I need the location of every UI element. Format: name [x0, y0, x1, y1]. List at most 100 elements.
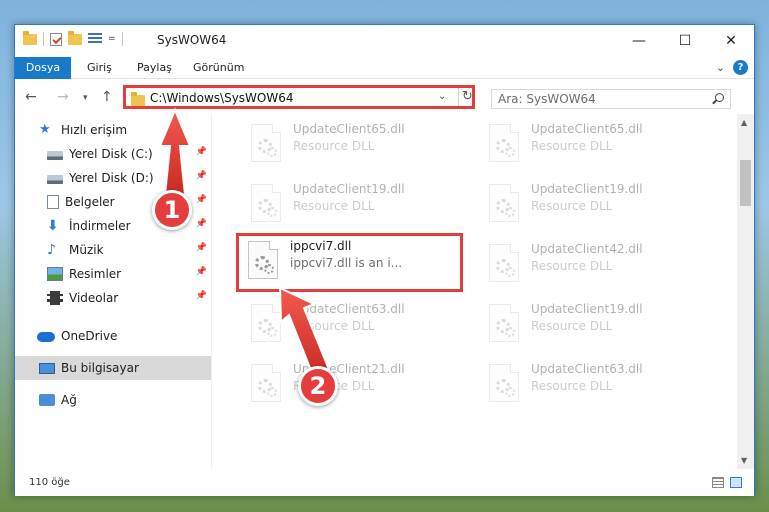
file-item[interactable]: UpdateClient65.dll Resource DLL [477, 116, 697, 172]
tab-file[interactable]: Dosya [15, 57, 71, 79]
item-count: 110 öğe [29, 477, 70, 488]
downloads-icon: ⬇ [47, 218, 59, 234]
file-item[interactable]: UpdateClient21.dll Resource DLL [239, 356, 459, 412]
computer-icon [39, 362, 55, 374]
file-item[interactable]: UpdateClient63.dll Resource DLL [239, 296, 459, 352]
nav-item-network[interactable]: Ağ [15, 388, 211, 412]
file-description: Resource DLL [531, 139, 613, 153]
pin-icon[interactable]: 📌 [196, 243, 207, 253]
nav-label: Bu bilgisayar [61, 361, 139, 375]
quick-access-toolbar: = [23, 30, 123, 46]
tiles-view-icon[interactable] [730, 477, 742, 488]
pin-icon[interactable]: 📌 [196, 195, 207, 205]
file-name: ippcvi7.dll [290, 239, 352, 253]
nav-label: Resimler [69, 267, 122, 281]
file-item-selected[interactable]: ippcvi7.dll ippcvi7.dll is an i... [236, 233, 463, 292]
search-placeholder: Ara: SysWOW64 [498, 92, 596, 106]
expand-ribbon-icon[interactable]: ⌄ [716, 61, 725, 74]
scroll-up-icon[interactable]: ▲ [741, 118, 747, 127]
customize-toolbar-button[interactable]: = [108, 34, 116, 44]
folder-icon [23, 30, 37, 45]
file-description: Resource DLL [293, 139, 375, 153]
close-button[interactable]: ✕ [708, 25, 754, 57]
file-item[interactable]: UpdateClient65.dll Resource DLL [239, 116, 459, 172]
toolbar-divider [121, 32, 123, 46]
file-description: Resource DLL [531, 319, 613, 333]
videos-icon [47, 291, 63, 305]
nav-item-music[interactable]: ♪ Müzik 📌 [15, 238, 211, 262]
pin-icon[interactable]: 📌 [196, 147, 207, 157]
file-description: Resource DLL [531, 199, 613, 213]
network-icon [39, 394, 55, 406]
drive-icon [47, 151, 63, 160]
nav-item-this-pc[interactable]: Bu bilgisayar [15, 356, 211, 380]
file-name: UpdateClient63.dll [293, 302, 405, 316]
forward-button[interactable]: → [57, 89, 69, 105]
address-bar[interactable]: C:\Windows\SysWOW64 ⌄ ↻ [123, 85, 475, 109]
properties-check-icon[interactable] [50, 32, 62, 46]
file-name: UpdateClient19.dll [531, 182, 643, 196]
pane-divider[interactable] [211, 114, 212, 469]
nav-item-onedrive[interactable]: OneDrive [15, 324, 211, 348]
step-badge-2: 2 [298, 366, 338, 406]
file-name: UpdateClient65.dll [293, 122, 405, 136]
refresh-button[interactable]: ↻ [458, 88, 476, 106]
help-icon[interactable]: ? [733, 60, 748, 75]
nav-label: Belgeler [65, 195, 115, 209]
status-bar: 110 öğe [15, 469, 754, 496]
file-name: UpdateClient63.dll [531, 362, 643, 376]
recent-locations-button[interactable]: ▾ [83, 93, 88, 103]
nav-label: Müzik [69, 243, 104, 257]
tab-home[interactable]: Giriş [87, 57, 112, 79]
nav-item-quick-access[interactable]: ★ Hızlı erişim [15, 118, 211, 142]
vertical-scrollbar[interactable]: ▲ ▼ [737, 114, 754, 469]
title-bar: = SysWOW64 — ☐ ✕ [15, 25, 754, 57]
file-item[interactable]: UpdateClient19.dll Resource DLL [477, 296, 697, 352]
file-description: Resource DLL [293, 319, 375, 333]
up-button[interactable]: ↑ [101, 89, 113, 105]
dll-file-icon [251, 364, 281, 402]
pin-icon[interactable]: 📌 [196, 219, 207, 229]
file-name: UpdateClient19.dll [531, 302, 643, 316]
dll-file-icon [489, 364, 519, 402]
address-path[interactable]: C:\Windows\SysWOW64 [150, 91, 294, 105]
folder-icon [131, 92, 145, 106]
details-view-icon[interactable] [712, 477, 724, 488]
tab-share[interactable]: Paylaş [137, 57, 172, 79]
pin-icon[interactable]: 📌 [196, 291, 207, 301]
file-item[interactable]: UpdateClient63.dll Resource DLL [477, 356, 697, 412]
nav-item-disk-d[interactable]: Yerel Disk (D:) 📌 [15, 166, 211, 190]
step-badge-1: 1 [152, 190, 192, 230]
pin-icon[interactable]: 📌 [196, 171, 207, 181]
file-item[interactable]: UpdateClient19.dll Resource DLL [239, 176, 459, 232]
dll-file-icon [248, 241, 278, 279]
file-item[interactable]: UpdateClient19.dll Resource DLL [477, 176, 697, 232]
tab-view[interactable]: Görünüm [193, 57, 244, 79]
properties-icon[interactable] [88, 33, 102, 45]
nav-label: İndirmeler [69, 219, 131, 233]
nav-item-disk-c[interactable]: Yerel Disk (C:) 📌 [15, 142, 211, 166]
navigation-pane: ★ Hızlı erişim Yerel Disk (C:) 📌 Yerel D… [15, 114, 211, 469]
file-item[interactable]: UpdateClient42.dll Resource DLL [477, 236, 697, 292]
nav-item-videos[interactable]: Videolar 📌 [15, 286, 211, 310]
nav-label: Videolar [69, 291, 119, 305]
nav-item-pictures[interactable]: Resimler 📌 [15, 262, 211, 286]
scroll-down-icon[interactable]: ▼ [741, 456, 747, 465]
pin-icon[interactable]: 📌 [196, 267, 207, 277]
new-folder-icon[interactable] [68, 30, 82, 45]
maximize-button[interactable]: ☐ [662, 25, 708, 57]
onedrive-icon [37, 332, 55, 342]
search-icon[interactable] [715, 93, 724, 102]
minimize-button[interactable]: — [616, 25, 662, 57]
scrollbar-thumb[interactable] [740, 160, 751, 206]
nav-label: Hızlı erişim [61, 123, 128, 137]
toolbar-divider [43, 32, 44, 46]
search-box[interactable]: Ara: SysWOW64 [491, 89, 731, 109]
pictures-icon [47, 267, 63, 281]
address-dropdown-icon[interactable]: ⌄ [438, 91, 446, 102]
back-button[interactable]: ← [25, 89, 37, 105]
ribbon-tabs: Dosya Giriş Paylaş Görünüm ⌄ ? [15, 57, 754, 79]
dll-file-icon [251, 124, 281, 162]
ribbon-right-controls: ⌄ ? [716, 60, 748, 75]
file-name: UpdateClient65.dll [531, 122, 643, 136]
